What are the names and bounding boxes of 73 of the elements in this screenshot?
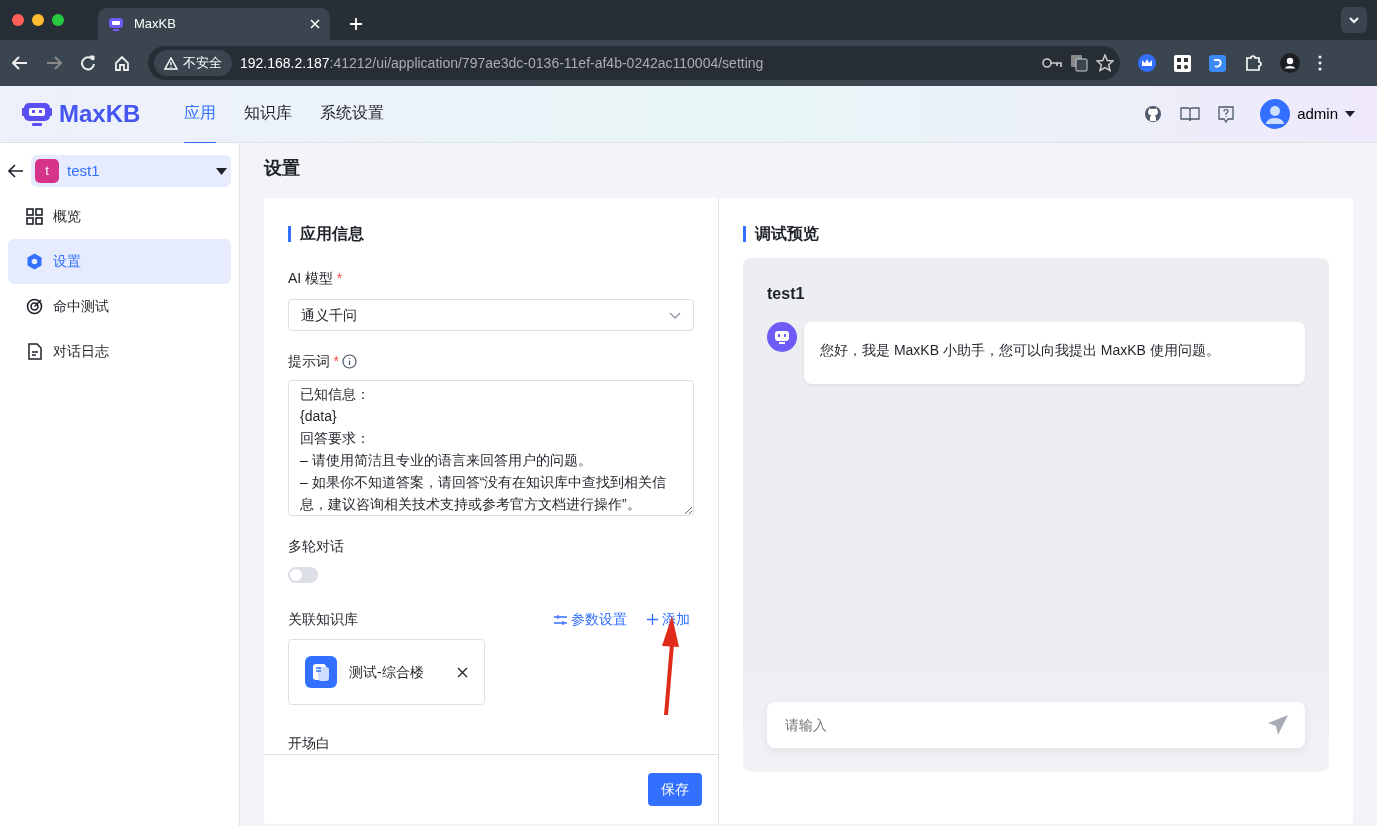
tab-title: MaxKB <box>134 15 177 34</box>
browser-tab[interactable]: MaxKB <box>98 8 330 40</box>
security-chip[interactable]: 不安全 <box>154 50 232 76</box>
app-avatar: t <box>35 159 59 183</box>
back-arrow-icon[interactable] <box>8 164 24 178</box>
toggle-switch[interactable] <box>288 567 318 583</box>
puzzle-icon[interactable] <box>1244 54 1262 72</box>
grid-icon <box>26 208 43 225</box>
home-icon[interactable] <box>114 55 130 71</box>
address-bar[interactable]: 不安全 192.168.2.187:41212/ui/application/797ae3dc-0136-11ef-af4b-0242ac110004/setting <box>148 46 1120 80</box>
logo-text: MaxKB <box>59 99 141 129</box>
chat-input[interactable]: 请输入 <box>767 702 1305 748</box>
chevron-down-icon <box>669 311 681 319</box>
chat-message: 您好，我是 MaxKB 小助手，您可以向我提出 MaxKB 使用问题。 <box>804 322 1305 384</box>
close-icon[interactable] <box>457 666 468 678</box>
avatar-icon <box>1260 99 1291 129</box>
document-icon <box>305 656 337 688</box>
translate-icon[interactable] <box>1070 54 1088 72</box>
field-label: 关联知识库 <box>288 610 359 629</box>
settings-icon <box>26 253 43 270</box>
crown-icon[interactable] <box>1138 54 1156 72</box>
user-menu[interactable]: admin <box>1260 99 1355 129</box>
dataset-name: 测试-综合楼 <box>349 662 425 682</box>
sliders-icon <box>554 613 567 626</box>
app-selector[interactable]: t test1 <box>31 155 231 187</box>
param-settings-link[interactable]: 参数设置 <box>554 609 627 630</box>
github-icon[interactable] <box>1144 105 1163 123</box>
url-text: 192.168.2.187:41212/ui/application/797ae3dc-0136-11ef-af4b-0242ac110004/setting <box>240 53 765 73</box>
robot-avatar-icon <box>767 322 797 352</box>
security-label: 不安全 <box>183 54 222 73</box>
refresh-extension-icon[interactable] <box>1209 54 1226 72</box>
more-menu-icon[interactable] <box>1318 55 1322 71</box>
target-icon <box>26 298 43 315</box>
close-button[interactable] <box>12 14 24 26</box>
prompt-textarea[interactable]: 已知信息： {data} 回答要求： – 请使用简洁且专业的语言来回答用户的问题。 – 如果你不知道答案，请回答“没有在知识库中查找到相关信 息，建议咨询相关技术支持或参考官方文档进行操作”。 <box>288 380 694 516</box>
caret-icon <box>1345 111 1355 117</box>
robot-icon <box>108 16 124 32</box>
save-button[interactable]: 保存 <box>648 773 702 806</box>
field-label: 开场白 <box>288 734 331 753</box>
sidebar-item[interactable]: 对话日志 <box>8 329 231 374</box>
maximize-button[interactable] <box>52 14 64 26</box>
page-title: 设置 <box>264 157 301 180</box>
sidebar-item[interactable]: 设置 <box>8 239 231 284</box>
field-label: 提示词 <box>288 352 330 371</box>
minimize-button[interactable] <box>32 14 44 26</box>
robot-logo-icon <box>22 100 52 128</box>
section-title: 应用信息 <box>288 226 694 242</box>
caret-icon <box>216 167 227 175</box>
field-label: AI 模型 <box>288 269 334 288</box>
help-icon[interactable] <box>1218 105 1235 123</box>
document-icon <box>26 343 43 360</box>
required-mark: * <box>333 352 339 371</box>
star-icon[interactable] <box>1096 54 1114 72</box>
chat-app-name: test1 <box>767 284 806 304</box>
book-icon[interactable] <box>1180 106 1201 122</box>
required-mark: * <box>336 269 343 288</box>
section-title: 调试预览 <box>743 226 1329 242</box>
key-icon[interactable] <box>1042 57 1062 69</box>
warning-icon <box>164 56 178 70</box>
nav-tab[interactable]: 知识库 <box>244 83 293 145</box>
info-icon[interactable] <box>342 354 358 369</box>
profile-icon[interactable] <box>1280 53 1300 73</box>
forward-arrow-icon[interactable] <box>46 56 62 70</box>
new-tab-icon[interactable] <box>350 18 362 30</box>
qr-code-icon[interactable] <box>1174 54 1191 72</box>
plus-icon <box>647 614 658 625</box>
sidebar-item[interactable]: 命中测试 <box>8 284 231 329</box>
field-label: 多轮对话 <box>288 537 345 556</box>
sidebar-item[interactable]: 概览 <box>8 194 231 239</box>
chevron-down-icon[interactable] <box>1341 7 1367 33</box>
model-select[interactable]: 通义千问 <box>288 299 694 331</box>
reload-icon[interactable] <box>80 55 96 71</box>
nav-tab[interactable]: 系统设置 <box>320 83 385 145</box>
